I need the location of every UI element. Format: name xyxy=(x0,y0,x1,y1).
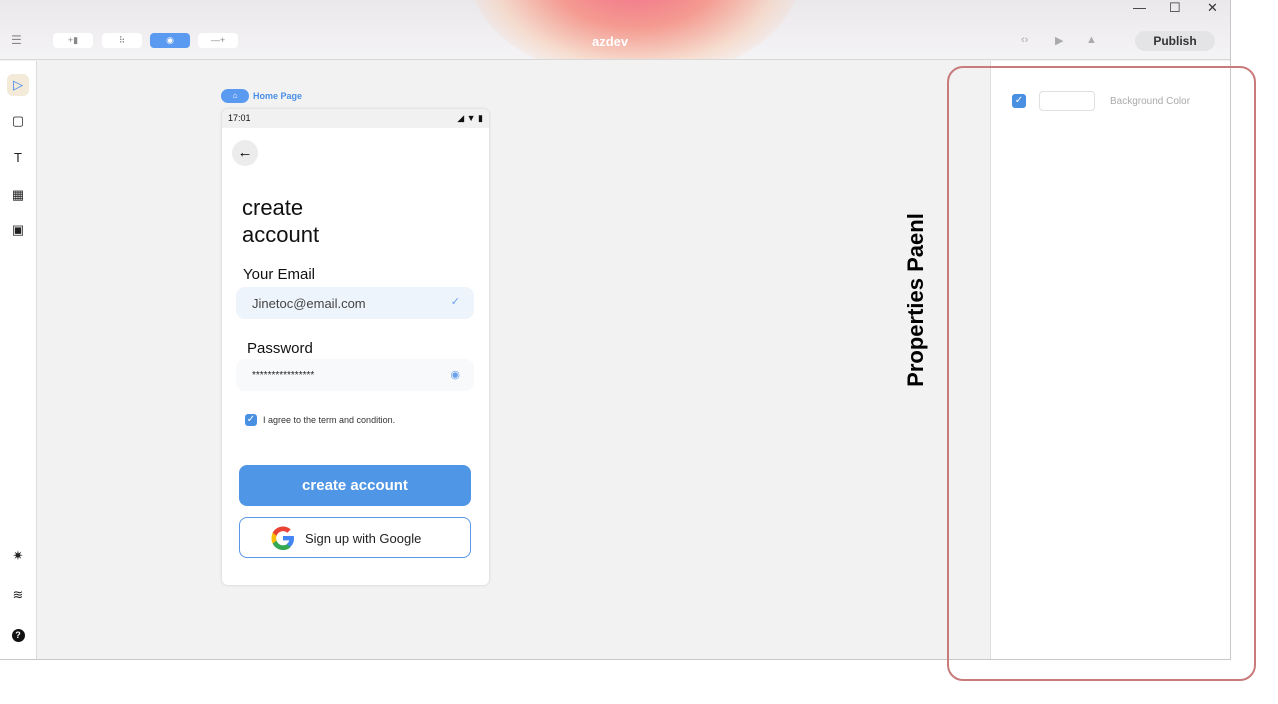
title-line-2: account xyxy=(242,222,320,247)
save-icon[interactable]: ▣ xyxy=(7,219,29,241)
run-icon[interactable]: ▶ xyxy=(1055,34,1063,47)
preview-button[interactable]: ◉ xyxy=(150,33,190,48)
eye-icon[interactable]: ◉ xyxy=(450,368,460,381)
agree-text: I agree to the term and condition. xyxy=(263,415,396,425)
create-account-button[interactable]: create account xyxy=(239,465,471,506)
close-button[interactable]: ✕ xyxy=(1207,0,1218,16)
add-button[interactable]: —+ xyxy=(198,33,238,48)
rectangle-tool-icon[interactable]: ▢ xyxy=(7,110,29,132)
help-glyph: ? xyxy=(11,629,25,642)
agree-checkbox[interactable]: ✓ xyxy=(245,414,257,426)
password-label: Password xyxy=(247,340,313,357)
help-icon[interactable]: ? xyxy=(7,623,29,645)
publish-button[interactable]: Publish xyxy=(1135,31,1215,51)
home-page-icon[interactable]: ⌂ xyxy=(221,89,249,103)
back-arrow-icon[interactable]: ← xyxy=(232,140,258,166)
minimize-button[interactable]: — xyxy=(1133,0,1146,15)
brand-logo: azdev xyxy=(592,34,629,49)
left-sidebar: ▷ ▢ T ▦ ▣ ✷ ≋ ? xyxy=(0,61,37,659)
google-signup-button[interactable]: Sign up with Google xyxy=(239,517,471,558)
text-tool-icon[interactable]: T xyxy=(7,147,29,169)
password-field[interactable]: **************** ◉ xyxy=(236,359,474,391)
menu-icon[interactable]: ☰ xyxy=(11,34,23,46)
layers-icon[interactable]: ≋ xyxy=(7,584,29,606)
brand-gradient xyxy=(470,0,800,59)
check-icon: ✓ xyxy=(450,296,460,308)
status-bar: 17:01 ◢ ▼ ▮ xyxy=(222,109,489,128)
email-label: Your Email xyxy=(243,266,315,283)
layout-tool-icon[interactable]: ▦ xyxy=(7,184,29,206)
warning-icon[interactable]: ▲ xyxy=(1086,34,1097,46)
phone-frame: 17:01 ◢ ▼ ▮ ← create account Your Email Ji… xyxy=(222,109,489,585)
select-tool-icon[interactable]: ▷ xyxy=(7,74,29,96)
password-value: **************** xyxy=(252,370,315,381)
top-bar: azdev ☰ +▮ ⠷ ◉ —+ — ☐ ✕ ‹› ▶ ▲ Publish xyxy=(0,0,1230,60)
flow-button[interactable]: ⠷ xyxy=(102,33,142,48)
annotation-box xyxy=(947,66,1256,681)
code-icon[interactable]: ‹› xyxy=(1021,34,1028,46)
screen-title: create account xyxy=(242,194,319,248)
email-field[interactable]: Jinetoc@email.com ✓ xyxy=(236,287,474,319)
status-time: 17:01 xyxy=(228,113,251,123)
google-icon xyxy=(271,526,294,550)
google-button-label: Sign up with Google xyxy=(305,531,422,546)
effects-icon[interactable]: ✷ xyxy=(7,545,29,567)
add-component-button[interactable]: +▮ xyxy=(53,33,93,48)
maximize-button[interactable]: ☐ xyxy=(1169,0,1181,16)
signal-icons: ◢ ▼ ▮ xyxy=(457,113,483,123)
title-line-1: create xyxy=(242,195,304,220)
page-label[interactable]: Home Page xyxy=(253,91,302,101)
annotation-label: Properties Paenl xyxy=(903,213,928,387)
email-value: Jinetoc@email.com xyxy=(252,296,366,311)
